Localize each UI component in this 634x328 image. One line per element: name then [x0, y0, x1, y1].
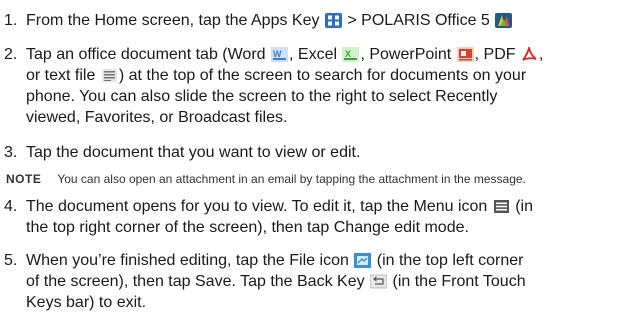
step-number: 2. [4, 46, 18, 63]
word-doc-icon: W [271, 47, 288, 62]
excel-doc-icon: X [342, 47, 360, 62]
step-text: files. [250, 109, 288, 126]
back-key-label: Back Key [297, 273, 365, 290]
step-number: 3. [4, 144, 18, 161]
step-text: phone. You can also slide the screen to … [26, 88, 436, 105]
text-file-icon [101, 68, 118, 83]
step-text: When you’re finished editing, tap the [26, 252, 290, 269]
note: NOTE You can also open an attachment in a… [6, 172, 526, 187]
step-3: 3. Tap the document that you want to view… [4, 142, 630, 163]
step-number: 4. [4, 198, 18, 215]
step-text: (in the Front Touch [388, 273, 526, 290]
menu-label: Menu [413, 198, 454, 215]
step-text: > [342, 12, 362, 29]
apps-grid-icon [324, 13, 342, 28]
favorites-label: Favorites [84, 109, 151, 126]
back-key-icon [369, 274, 388, 289]
step-text: ) at the top of the screen to search for… [118, 67, 527, 84]
step-text: . [464, 219, 469, 236]
excel-tab-label: Excel [297, 46, 338, 63]
recently-viewed-label-b: viewed [26, 109, 76, 126]
pdf-doc-icon [521, 44, 538, 62]
word-tab-label: Word [227, 46, 266, 63]
svg-text:X: X [345, 49, 351, 59]
recently-viewed-label-a: Recently [435, 88, 498, 105]
step-text: Tap the document that you want to view o… [26, 144, 361, 161]
polaris-office-label: POLARIS Office 5 [361, 12, 490, 29]
polaris-office-icon [495, 13, 513, 28]
separator: , [75, 109, 85, 126]
step-text: the top right corner of the screen), the… [26, 219, 334, 236]
step-text: of the screen), then tap [26, 273, 195, 290]
svg-text:W: W [273, 49, 282, 59]
note-text: You can also open an attachment in an em… [57, 172, 526, 186]
menu-icon [493, 199, 510, 214]
step-text: The document opens for you to view. To e… [26, 198, 414, 215]
note-tag: NOTE [6, 172, 42, 186]
step-number: 1. [4, 12, 18, 29]
step-text: Keys bar) to exit. [26, 294, 147, 311]
separator: , [289, 46, 298, 63]
step-text: From the Home screen, tap the [26, 12, 251, 29]
step-text: icon [453, 198, 488, 215]
file-icon [354, 253, 372, 268]
powerpoint-tab-label: PowerPoint [369, 46, 452, 63]
pdf-tab-label: PDF [483, 46, 516, 63]
step-4: 4. The document opens for you to view. To… [4, 196, 630, 238]
separator: , [538, 46, 544, 63]
step-text: icon [315, 252, 349, 269]
apps-key-label: Apps Key [251, 12, 320, 29]
powerpoint-doc-icon [456, 47, 474, 62]
step-1: 1. From the Home screen, tap the Apps Key… [4, 10, 630, 31]
broadcast-label: Broadcast [178, 109, 251, 126]
step-text: (in the top left corner [372, 252, 524, 269]
step-text: . Tap the [231, 273, 297, 290]
save-label: Save [195, 273, 232, 290]
file-label: File [289, 252, 316, 269]
instruction-document: 1. From the Home screen, tap the Apps Key… [0, 0, 634, 328]
step-5: 5. When you’re finished editing, tap the … [4, 250, 630, 313]
change-edit-mode-label: Change edit mode [333, 219, 465, 236]
separator: , [474, 46, 484, 63]
step-text: (in [510, 198, 534, 215]
step-2: 2. Tap an office document tab (Word W, Ex… [4, 44, 630, 128]
step-number: 5. [4, 252, 18, 269]
step-text: or [26, 67, 45, 84]
text-file-tab-label: text file [44, 67, 96, 84]
step-text: Tap an office document tab ( [26, 46, 228, 63]
separator: , or [150, 109, 179, 126]
